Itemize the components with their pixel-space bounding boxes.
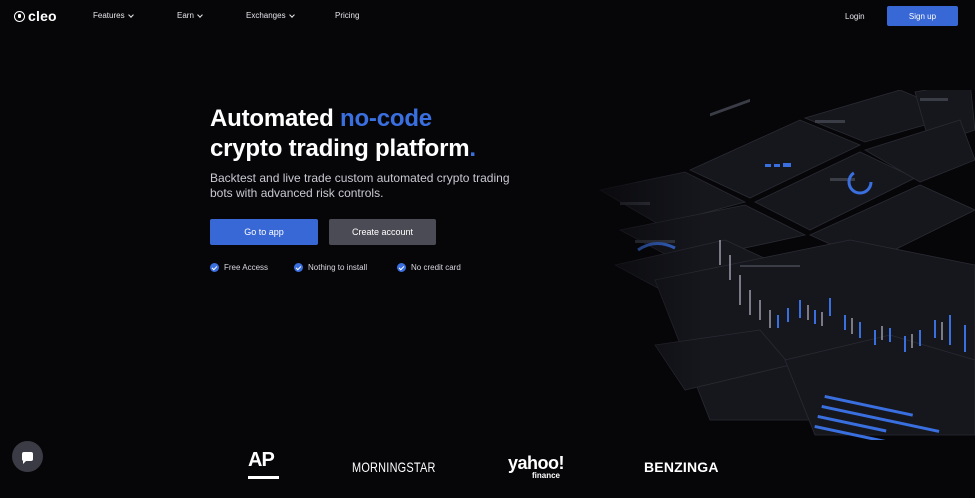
nav-pricing[interactable]: Pricing bbox=[335, 11, 359, 20]
nav-exchanges-label: Exchanges bbox=[246, 11, 286, 20]
check-no-credit-card: No credit card bbox=[397, 263, 461, 272]
cleo-logo-icon bbox=[14, 10, 25, 22]
nav-earn[interactable]: Earn bbox=[177, 11, 203, 20]
create-account-button[interactable]: Create account bbox=[329, 219, 436, 245]
check-circle-icon bbox=[397, 263, 406, 272]
ap-logo: AP bbox=[248, 449, 275, 471]
dashboard-illustration bbox=[560, 90, 975, 440]
check-circle-icon bbox=[210, 263, 219, 272]
chevron-down-icon bbox=[197, 11, 203, 18]
chevron-down-icon bbox=[288, 11, 295, 18]
hero-title-part1: Automated bbox=[210, 105, 341, 132]
ap-logo-bar bbox=[248, 476, 279, 479]
nav-features-label: Features bbox=[93, 11, 125, 20]
yahoo-finance-logo: yahoo! bbox=[508, 453, 565, 473]
check-label: No credit card bbox=[411, 263, 461, 272]
nav-earn-label: Earn bbox=[177, 11, 194, 20]
check-free-access: Free Access bbox=[210, 263, 294, 272]
nav-features[interactable]: Features bbox=[93, 11, 134, 20]
yahoo-finance-sub: finance bbox=[532, 471, 561, 480]
morningstar-logo: MORNINGSTAR bbox=[352, 459, 436, 475]
signup-button[interactable]: Sign up bbox=[887, 6, 958, 26]
hero-subtitle: Backtest and live trade custom automated… bbox=[210, 171, 510, 200]
chat-icon bbox=[22, 452, 33, 464]
nav-pricing-label: Pricing bbox=[335, 11, 360, 20]
benzinga-logo: BENZINGA bbox=[644, 459, 719, 475]
check-label: Nothing to install bbox=[308, 263, 368, 272]
chevron-down-icon bbox=[127, 11, 134, 18]
top-nav: cleo Features Earn Exchanges Pricing Log… bbox=[0, 0, 975, 34]
check-label: Free Access bbox=[224, 263, 269, 272]
hero-title-accent: no-code bbox=[340, 105, 432, 132]
go-to-app-button[interactable]: Go to app bbox=[210, 219, 318, 245]
hero-title: Automated no-code crypto trading platform… bbox=[210, 104, 590, 164]
logo[interactable]: cleo bbox=[14, 8, 57, 24]
hero-title-part2: crypto trading platform bbox=[210, 135, 470, 162]
logo-text: cleo bbox=[28, 8, 57, 24]
hero-title-dot: . bbox=[469, 135, 476, 162]
chat-button[interactable] bbox=[12, 441, 43, 472]
feature-checks: Free Access Nothing to install No credit… bbox=[210, 263, 461, 272]
nav-exchanges[interactable]: Exchanges bbox=[246, 11, 295, 20]
check-nothing-to-install: Nothing to install bbox=[294, 263, 397, 272]
login-link[interactable]: Login bbox=[845, 12, 865, 21]
check-circle-icon bbox=[294, 263, 303, 272]
